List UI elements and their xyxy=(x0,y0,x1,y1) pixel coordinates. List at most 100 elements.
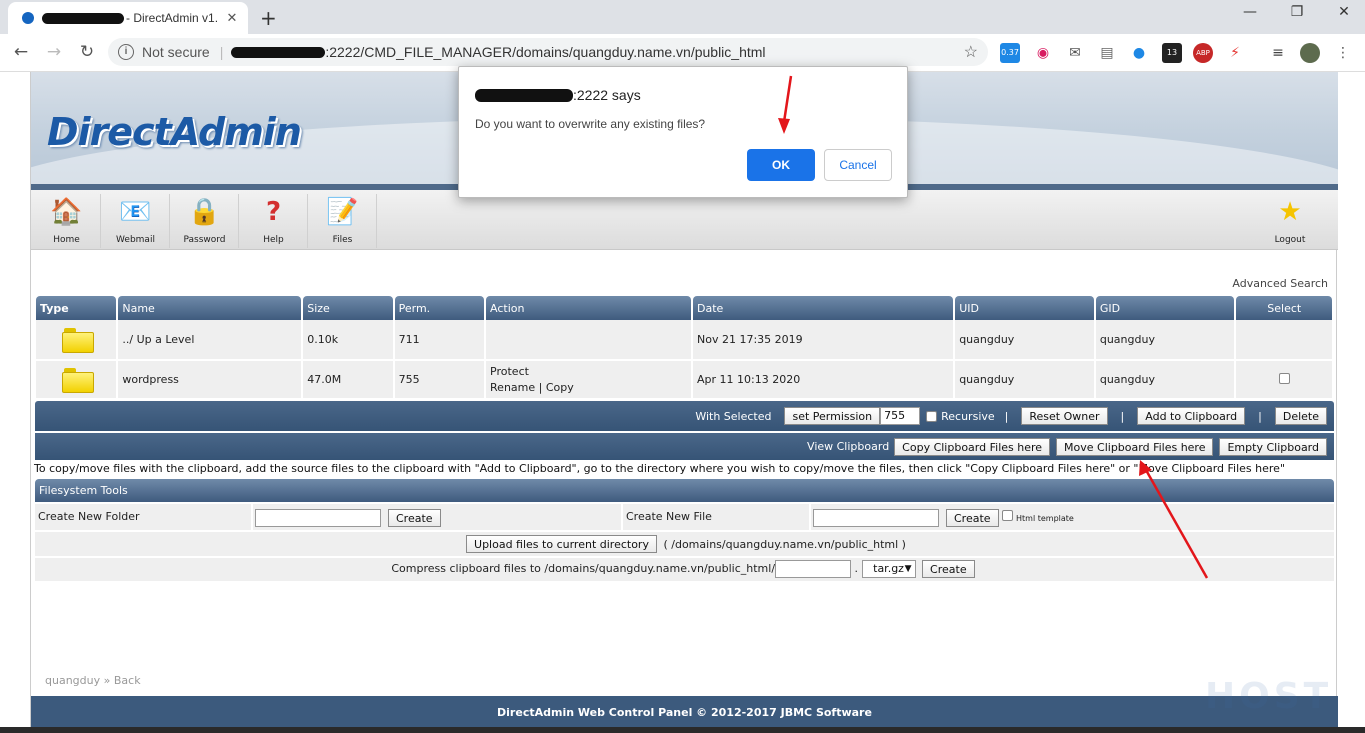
dialog-origin: :2222 says xyxy=(475,87,641,103)
cancel-button[interactable]: Cancel xyxy=(824,149,892,181)
compress-row: Compress clipboard files to /domains/qua… xyxy=(35,558,1334,581)
close-tab-icon[interactable]: ✕ xyxy=(224,11,240,26)
profile-avatar[interactable] xyxy=(1300,43,1320,63)
rename-copy-links[interactable]: Rename | Copy xyxy=(490,380,691,396)
create-file-button[interactable]: Create xyxy=(946,509,999,527)
reload-icon[interactable]: ↻ xyxy=(76,42,98,62)
col-action: Action xyxy=(486,296,691,320)
forward-arrow-icon[interactable]: → xyxy=(43,42,65,62)
delete-button[interactable]: Delete xyxy=(1274,407,1327,425)
extension-badge-icon[interactable]: 13 xyxy=(1162,43,1182,63)
empty-clipboard-button[interactable]: Empty Clipboard xyxy=(1219,437,1327,456)
main-nav: 🏠 Home 📧 Webmail 🔒 Password ? Help 📝 Fil… xyxy=(31,190,1338,250)
file-name[interactable]: wordpress xyxy=(118,359,302,398)
create-folder-button[interactable]: Create xyxy=(388,509,441,527)
bookmark-star-icon[interactable]: ☆ xyxy=(964,42,978,62)
restore-icon[interactable]: ❐ xyxy=(1277,4,1317,20)
redacted-ip xyxy=(231,46,326,58)
adblock-icon[interactable]: ABP xyxy=(1193,43,1213,63)
breadcrumb: quangduy » Back xyxy=(45,674,141,687)
nav-webmail[interactable]: 📧 Webmail xyxy=(102,194,170,248)
breadcrumb-back[interactable]: Back xyxy=(114,674,141,687)
view-clipboard-link[interactable]: View Clipboard xyxy=(807,440,889,453)
folder-name-input[interactable] xyxy=(255,509,381,527)
nav-help[interactable]: ? Help xyxy=(240,194,308,248)
file-name-input[interactable] xyxy=(813,509,939,527)
star-icon: ★ xyxy=(1278,197,1302,227)
dropdown-arrow-icon: ▼ xyxy=(904,564,912,574)
redacted-host xyxy=(42,12,124,24)
nav-password[interactable]: 🔒 Password xyxy=(171,194,239,248)
menu-icon[interactable]: ⋮ xyxy=(1333,43,1353,63)
ok-button[interactable]: OK xyxy=(747,149,815,181)
breadcrumb-user[interactable]: quangduy xyxy=(45,674,100,687)
select-checkbox[interactable] xyxy=(1278,372,1290,384)
address-bar[interactable]: i Not secure | :2222/CMD_FILE_MANAGER/do… xyxy=(108,38,988,66)
url-text: :2222/CMD_FILE_MANAGER/domains/quangduy.… xyxy=(325,44,766,60)
directadmin-logo[interactable]: DirectAdmin xyxy=(47,110,302,154)
nav-home[interactable]: 🏠 Home xyxy=(33,194,101,248)
add-to-clipboard-button[interactable]: Add to Clipboard xyxy=(1137,407,1246,425)
archive-name-input[interactable] xyxy=(775,560,852,578)
mail-icon[interactable]: ✉ xyxy=(1065,43,1085,63)
copy-clipboard-files-button[interactable]: Copy Clipboard Files here xyxy=(894,437,1051,456)
col-date[interactable]: Date xyxy=(692,296,954,320)
create-folder-label: Create New Folder xyxy=(38,510,140,523)
folder-icon[interactable] xyxy=(62,327,95,353)
upload-path: ( /domains/quangduy.name.vn/public_html … xyxy=(663,538,906,551)
extension-counter-icon[interactable]: 0.37 xyxy=(1000,43,1020,63)
file-name[interactable]: ../ Up a Level xyxy=(118,320,302,359)
col-uid[interactable]: UID xyxy=(955,296,1094,320)
with-selected-label: With Selected xyxy=(695,409,772,423)
file-table: Type Name Size Perm. Action Date UID GID… xyxy=(34,296,1334,398)
back-arrow-icon[interactable]: ← xyxy=(10,42,32,62)
browser-tab-bar: - DirectAdmin v1. ✕ + — ❐ ✕ xyxy=(0,0,1365,34)
folder-icon[interactable] xyxy=(62,367,95,393)
html-template-label: Html template xyxy=(1016,514,1074,523)
compress-label: Compress clipboard files to /domains/qua… xyxy=(391,562,776,575)
media-list-icon[interactable]: ≡ xyxy=(1268,43,1288,63)
create-row: Create New Folder Create Create New File… xyxy=(35,504,1334,530)
minimize-icon[interactable]: — xyxy=(1230,4,1270,20)
confirm-dialog: :2222 says Do you want to overwrite any … xyxy=(458,66,908,198)
question-mark-icon: ? xyxy=(265,197,282,227)
col-type[interactable]: Type xyxy=(36,296,117,320)
clipboard-bar: View Clipboard Copy Clipboard Files here… xyxy=(35,433,1334,460)
info-icon[interactable]: i xyxy=(118,44,134,60)
extension-bolt-icon[interactable]: ⚡ xyxy=(1225,43,1245,63)
redacted-origin xyxy=(475,88,573,102)
with-selected-bar: With Selected set Permission 755 Recursi… xyxy=(35,401,1334,431)
nav-logout[interactable]: ★ Logout xyxy=(1256,194,1324,248)
extension-eye-icon[interactable]: ◉ xyxy=(1033,43,1053,63)
col-gid[interactable]: GID xyxy=(1095,296,1235,320)
table-row: ../ Up a Level 0.10k 711 Nov 21 17:35 20… xyxy=(36,320,1332,359)
close-window-icon[interactable]: ✕ xyxy=(1324,4,1364,20)
nav-files[interactable]: 📝 Files xyxy=(309,194,377,248)
col-select: Select xyxy=(1236,296,1332,320)
move-clipboard-files-button[interactable]: Move Clipboard Files here xyxy=(1056,437,1214,456)
filesystem-tools-header: Filesystem Tools xyxy=(35,479,1334,502)
upload-files-button[interactable]: Upload files to current directory xyxy=(466,535,657,553)
set-permission-button[interactable]: set Permission xyxy=(784,407,881,425)
new-tab-icon[interactable]: + xyxy=(260,6,277,30)
not-secure-label: Not secure xyxy=(142,44,210,60)
protect-link[interactable]: Protect xyxy=(490,364,691,380)
webmail-icon: 📧 xyxy=(119,197,152,227)
browser-tab[interactable]: - DirectAdmin v1. ✕ xyxy=(8,2,248,34)
html-template-checkbox[interactable] xyxy=(1002,510,1013,521)
archive-format-select[interactable]: tar.gz ▼ xyxy=(861,560,916,578)
permission-input[interactable]: 755 xyxy=(880,407,921,425)
col-perm[interactable]: Perm. xyxy=(394,296,485,320)
col-name[interactable]: Name xyxy=(118,296,302,320)
tab-title: - DirectAdmin v1. xyxy=(126,11,219,25)
advanced-search-link[interactable]: Advanced Search xyxy=(1232,277,1328,290)
files-icon: 📝 xyxy=(326,197,359,227)
recursive-checkbox[interactable] xyxy=(926,410,938,422)
extension-card-icon[interactable]: ▤ xyxy=(1097,43,1117,63)
extension-dot-icon[interactable]: ● xyxy=(1129,43,1149,63)
reset-owner-button[interactable]: Reset Owner xyxy=(1021,407,1108,425)
col-size[interactable]: Size xyxy=(303,296,393,320)
create-file-label: Create New File xyxy=(626,510,712,523)
host-watermark: HOST xyxy=(1205,676,1333,717)
compress-create-button[interactable]: Create xyxy=(922,560,975,578)
